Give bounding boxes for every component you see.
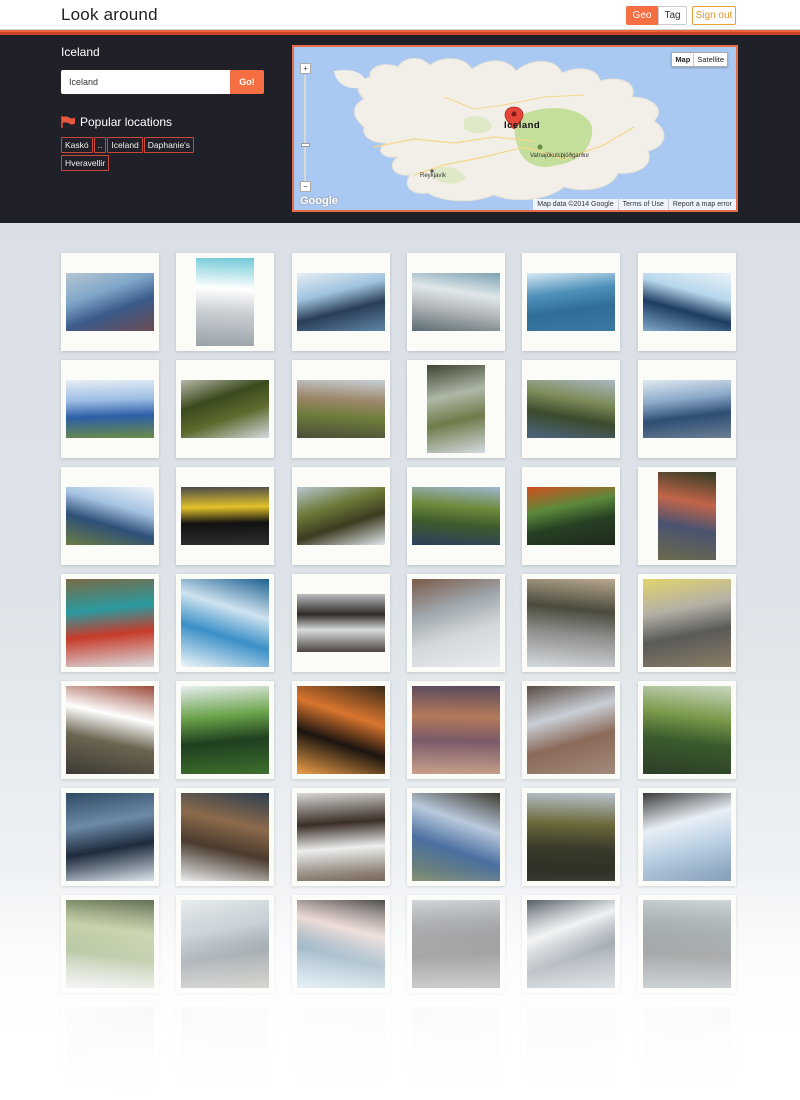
photo-thumbnail[interactable] [643,380,731,438]
photo-card[interactable] [292,253,390,351]
photo-card[interactable] [638,253,736,351]
photo-thumbnail[interactable] [297,594,385,652]
photo-thumbnail[interactable] [196,258,254,346]
photo-card[interactable] [61,360,159,458]
photo-card[interactable] [61,1002,159,1100]
photo-card[interactable] [522,681,620,779]
photo-card[interactable] [176,467,274,565]
photo-card[interactable] [61,253,159,351]
photo-thumbnail[interactable] [66,900,154,988]
photo-thumbnail[interactable] [181,579,269,667]
photo-card[interactable] [522,895,620,993]
photo-thumbnail[interactable] [643,1007,731,1095]
photo-thumbnail[interactable] [297,380,385,438]
photo-thumbnail[interactable] [412,900,500,988]
photo-card[interactable] [638,681,736,779]
photo-card[interactable] [292,681,390,779]
photo-card[interactable] [522,788,620,886]
photo-card[interactable] [638,467,736,565]
photo-thumbnail[interactable] [643,686,731,774]
photo-card[interactable] [522,253,620,351]
photo-card[interactable] [407,1002,505,1100]
photo-thumbnail[interactable] [66,487,154,545]
photo-thumbnail[interactable] [66,380,154,438]
photo-thumbnail[interactable] [181,900,269,988]
photo-thumbnail[interactable] [527,579,615,667]
photo-thumbnail[interactable] [66,273,154,331]
photo-card[interactable] [61,467,159,565]
photo-thumbnail[interactable] [66,579,154,667]
photo-card[interactable] [638,1002,736,1100]
photo-card[interactable] [407,895,505,993]
photo-thumbnail[interactable] [527,900,615,988]
photo-thumbnail[interactable] [181,487,269,545]
photo-thumbnail[interactable] [297,686,385,774]
photo-card[interactable] [61,574,159,672]
photo-card[interactable] [407,253,505,351]
photo-thumbnail[interactable] [527,380,615,438]
photo-card[interactable] [292,895,390,993]
photo-card[interactable] [407,360,505,458]
photo-thumbnail[interactable] [527,273,615,331]
photo-card[interactable] [407,788,505,886]
photo-card[interactable] [61,895,159,993]
photo-thumbnail[interactable] [297,793,385,881]
photo-card[interactable] [176,574,274,672]
photo-card[interactable] [176,1002,274,1100]
photo-thumbnail[interactable] [527,686,615,774]
photo-thumbnail[interactable] [412,1007,500,1095]
photo-thumbnail[interactable] [412,487,500,545]
photo-thumbnail[interactable] [643,579,731,667]
photo-card[interactable] [638,360,736,458]
photo-card[interactable] [61,788,159,886]
photo-thumbnail[interactable] [643,900,731,988]
photo-thumbnail[interactable] [412,686,500,774]
photo-thumbnail[interactable] [66,793,154,881]
photo-card[interactable] [176,253,274,351]
photo-card[interactable] [407,574,505,672]
photo-card[interactable] [638,574,736,672]
photo-thumbnail[interactable] [643,793,731,881]
photo-card[interactable] [292,360,390,458]
photo-thumbnail[interactable] [297,900,385,988]
photo-thumbnail[interactable] [181,380,269,438]
photo-thumbnail[interactable] [297,273,385,331]
photo-card[interactable] [176,788,274,886]
photo-card[interactable] [407,681,505,779]
photo-thumbnail[interactable] [527,1007,615,1095]
photo-card[interactable] [638,895,736,993]
photo-thumbnail[interactable] [412,793,500,881]
photo-card[interactable] [522,574,620,672]
photo-card[interactable] [292,1002,390,1100]
photo-card[interactable] [522,467,620,565]
photo-thumbnail[interactable] [66,686,154,774]
photo-card[interactable] [176,895,274,993]
photo-thumbnail[interactable] [297,487,385,545]
photo-thumbnail[interactable] [427,365,485,453]
photo-card[interactable] [176,681,274,779]
photo-card[interactable] [292,574,390,672]
photo-card[interactable] [522,1002,620,1100]
photo-card[interactable] [292,788,390,886]
photo-grid [0,0,800,1100]
photo-card[interactable] [638,788,736,886]
photo-card[interactable] [176,360,274,458]
photo-thumbnail[interactable] [527,487,615,545]
photo-thumbnail[interactable] [66,1007,154,1095]
photo-card[interactable] [522,360,620,458]
photo-thumbnail[interactable] [412,273,500,331]
photo-thumbnail[interactable] [643,273,731,331]
photo-thumbnail[interactable] [297,1007,385,1095]
photo-thumbnail[interactable] [527,793,615,881]
photo-thumbnail[interactable] [181,686,269,774]
photo-thumbnail[interactable] [181,1007,269,1095]
photo-thumbnail[interactable] [658,472,716,560]
photo-card[interactable] [407,467,505,565]
photo-card[interactable] [61,681,159,779]
photo-thumbnail[interactable] [412,579,500,667]
photo-card[interactable] [292,467,390,565]
photo-thumbnail[interactable] [181,793,269,881]
